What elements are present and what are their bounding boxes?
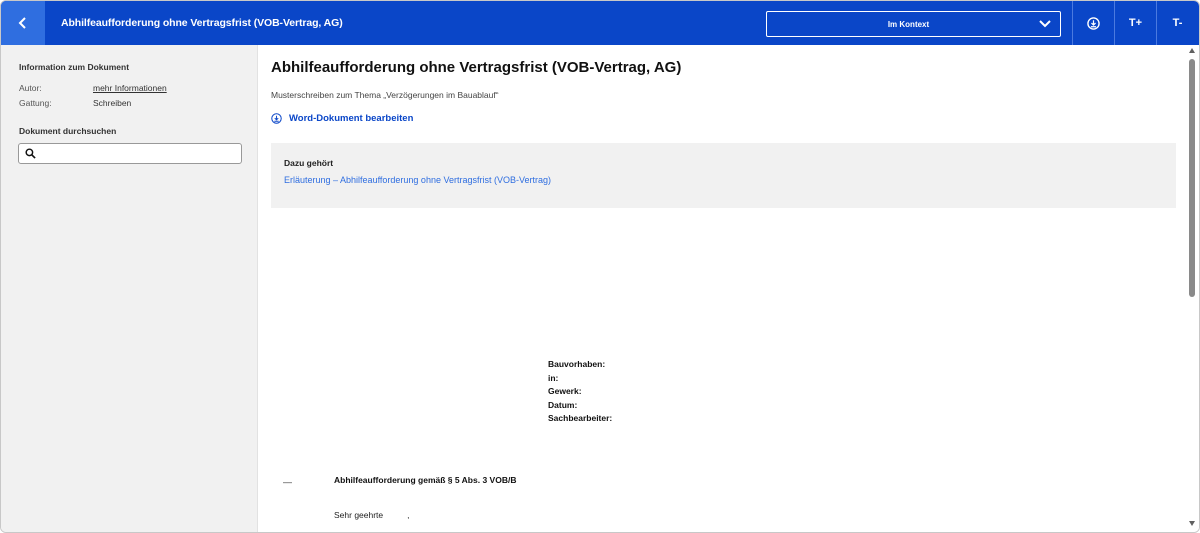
font-increase-button[interactable]: T+ bbox=[1114, 1, 1156, 45]
scroll-thumb[interactable] bbox=[1189, 59, 1195, 297]
context-select[interactable]: Im Kontext bbox=[766, 11, 1061, 37]
related-heading: Dazu gehört bbox=[284, 158, 334, 168]
genre-value: Schreiben bbox=[93, 98, 132, 108]
related-document-link[interactable]: Erläuterung – Abhilfeaufforderung ohne V… bbox=[284, 175, 551, 185]
back-button[interactable] bbox=[1, 1, 45, 45]
search-icon bbox=[25, 148, 36, 159]
field-in: in: bbox=[548, 372, 559, 383]
scroll-up-arrow[interactable] bbox=[1189, 48, 1195, 53]
letter-fields: Bauvorhaben: in: Gewerk: Datum: Sachbear… bbox=[548, 358, 612, 426]
search-box bbox=[18, 143, 242, 164]
search-input[interactable] bbox=[40, 144, 241, 163]
edit-word-document-link[interactable]: Word-Dokument bearbeiten bbox=[271, 113, 413, 124]
field-datum: Datum: bbox=[548, 399, 578, 410]
chevron-down-icon bbox=[1030, 20, 1060, 28]
greeting-comma: , bbox=[407, 510, 410, 520]
search-heading: Dokument durchsuchen bbox=[19, 126, 117, 136]
info-heading: Information zum Dokument bbox=[19, 62, 130, 72]
letter-greeting: Sehr geehrte, bbox=[334, 510, 410, 520]
edit-word-document-label: Word-Dokument bearbeiten bbox=[289, 113, 414, 124]
greeting-text: Sehr geehrte bbox=[334, 510, 384, 520]
context-select-value: Im Kontext bbox=[887, 19, 930, 29]
scrollbar[interactable] bbox=[1187, 45, 1199, 532]
document-title: Abhilfeaufforderung ohne Vertragsfrist (… bbox=[271, 59, 682, 76]
app-window: Abhilfeaufforderung ohne Vertragsfrist (… bbox=[0, 0, 1200, 533]
page-title: Abhilfeaufforderung ohne Vertragsfrist (… bbox=[61, 17, 343, 29]
sidebar: Information zum Dokument Autor: mehr Inf… bbox=[1, 45, 258, 532]
field-gewerk: Gewerk: bbox=[548, 386, 582, 396]
related-box: Dazu gehört Erläuterung – Abhilfeaufford… bbox=[271, 143, 1176, 208]
genre-label: Gattung: bbox=[19, 98, 52, 108]
scroll-down-arrow[interactable] bbox=[1189, 521, 1195, 526]
more-info-link[interactable]: mehr Informationen bbox=[93, 83, 167, 93]
download-circle-icon bbox=[271, 113, 282, 124]
letter-dash: — bbox=[283, 477, 292, 487]
chevron-left-icon bbox=[18, 17, 26, 29]
document-subtitle: Musterschreiben zum Thema „Verzögerungen… bbox=[271, 90, 499, 100]
document-content: Abhilfeaufforderung ohne Vertragsfrist (… bbox=[259, 45, 1187, 532]
download-circle-icon bbox=[1087, 16, 1100, 30]
field-bauvorhaben: Bauvorhaben: bbox=[548, 359, 606, 369]
author-row: Autor: mehr Informationen bbox=[19, 83, 167, 93]
field-sachbearbeiter: Sachbearbeiter: bbox=[548, 413, 613, 423]
top-bar: Abhilfeaufforderung ohne Vertragsfrist (… bbox=[1, 1, 1199, 45]
genre-row: Gattung: Schreiben bbox=[19, 98, 131, 108]
download-button[interactable] bbox=[1072, 1, 1114, 45]
author-label: Autor: bbox=[19, 83, 42, 93]
font-decrease-button[interactable]: T- bbox=[1156, 1, 1198, 45]
letter-subject: Abhilfeaufforderung gemäß § 5 Abs. 3 VOB… bbox=[334, 475, 517, 485]
